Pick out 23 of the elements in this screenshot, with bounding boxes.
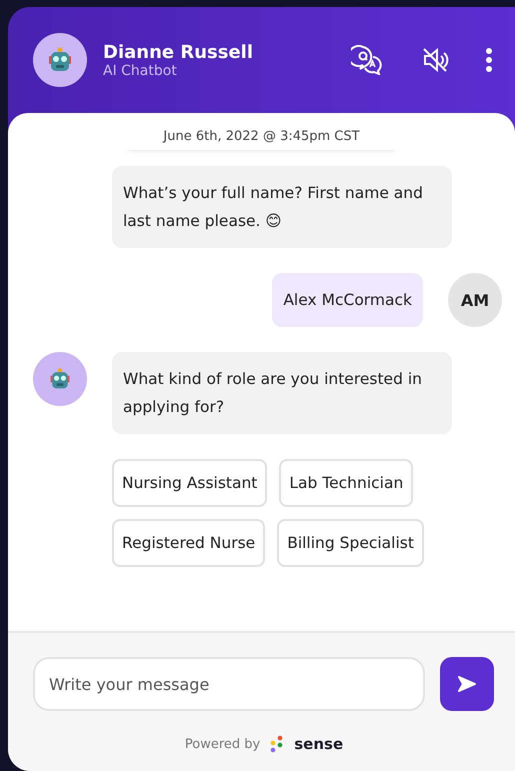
logo-dots-icon [270, 735, 284, 753]
message-input[interactable]: Write your message [33, 657, 425, 711]
bot-name: Dianne Russell [103, 42, 254, 62]
reply-option[interactable]: Nursing Assistant [112, 459, 268, 507]
bot-subtitle: AI Chatbot [103, 62, 178, 78]
reply-option[interactable]: Billing Specialist [277, 519, 424, 567]
bot-message: What kind of role are you interested in applying for? [112, 352, 452, 434]
robot-icon [48, 367, 72, 391]
brand-name: sense [294, 735, 344, 753]
robot-icon [46, 46, 74, 74]
send-icon [457, 675, 477, 693]
bot-message: What’s your full name? First name and last name please. 😊 [112, 166, 452, 248]
message-timestamp: June 6th, 2022 @ 3:45pm CST [123, 129, 400, 150]
menu-button[interactable] [485, 47, 493, 73]
powered-by-text: Powered by [184, 736, 260, 752]
reply-option[interactable]: Registered Nurse [112, 519, 266, 567]
send-button[interactable] [440, 657, 494, 711]
muted-speaker-icon [421, 46, 449, 74]
user-avatar: AM [448, 273, 502, 327]
user-message: Alex McCormack [272, 273, 423, 327]
reply-option[interactable]: Lab Technician [279, 459, 414, 507]
mute-button[interactable] [421, 46, 449, 74]
more-icon [485, 47, 493, 73]
